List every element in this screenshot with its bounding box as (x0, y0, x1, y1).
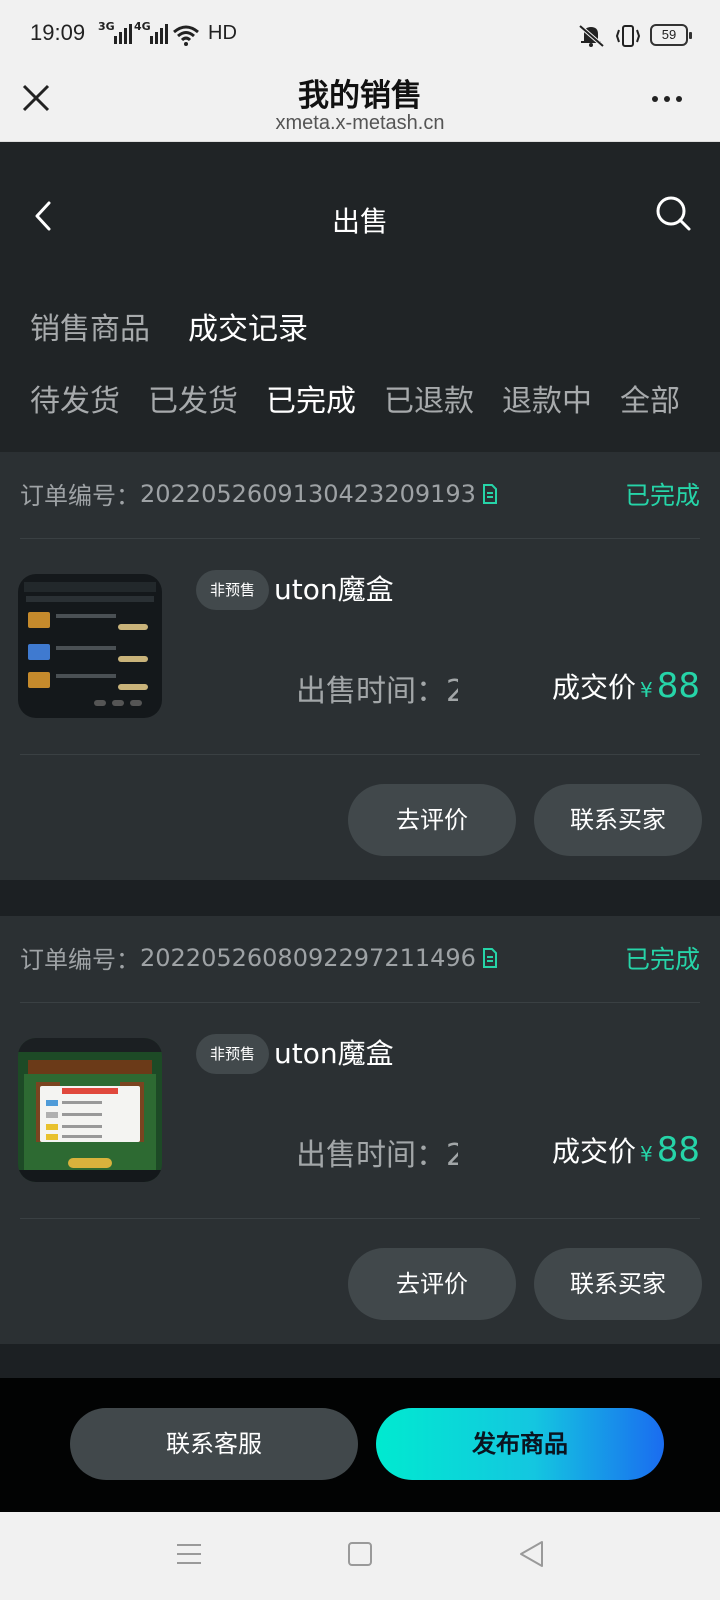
status-tabs: 待发货 已发货 已完成 已退款 退款中 全部 (30, 376, 680, 420)
copy-document-icon[interactable] (482, 947, 498, 968)
browser-title: 我的销售 (298, 78, 422, 114)
hd-indicator: HD (208, 22, 237, 44)
non-presale-badge: 非预售 (196, 1034, 270, 1074)
system-back-icon[interactable] (518, 1540, 544, 1568)
status-bar: 19:09 3G 4G HD 59 (0, 0, 720, 70)
recent-apps-icon[interactable] (176, 1542, 202, 1566)
tab-completed[interactable]: 已完成 (266, 376, 356, 420)
tab-sales-items[interactable]: 销售商品 (30, 304, 150, 348)
tab-pending-shipment[interactable]: 待发货 (30, 376, 120, 420)
home-icon[interactable] (348, 1542, 372, 1566)
product-thumbnail[interactable] (18, 1038, 162, 1182)
tab-shipped[interactable]: 已发货 (148, 376, 238, 420)
price-amount: 88 (656, 1130, 701, 1170)
deal-price: 成交价 ¥ 88 (552, 1130, 700, 1170)
currency-symbol: ¥ (640, 678, 653, 702)
order-status: 已完成 (624, 945, 700, 974)
divider (20, 538, 700, 539)
deal-price-label: 成交价 (552, 1135, 637, 1168)
order-number: 2022052608092297211496 (140, 943, 476, 972)
non-presale-badge: 非预售 (196, 570, 270, 610)
order-number-row: 订单编号： 2022052609130423209193 (20, 476, 498, 511)
publish-product-button[interactable]: 发布商品 (376, 1408, 664, 1480)
sale-time: 出售时间：2 (296, 674, 458, 709)
review-button[interactable]: 去评价 (348, 784, 516, 856)
order-number-label: 订单编号： (20, 946, 140, 974)
product-thumbnail[interactable] (18, 574, 162, 718)
order-status: 已完成 (624, 481, 700, 510)
currency-symbol: ¥ (640, 1142, 653, 1166)
order-number-label: 订单编号： (20, 482, 140, 510)
product-name: uton魔盒 (274, 1037, 394, 1070)
tab-all[interactable]: 全部 (620, 376, 680, 420)
review-button[interactable]: 去评价 (348, 1248, 516, 1320)
browser-header: 我的销售 xmeta.x-metash.cn (0, 70, 720, 142)
signal-3g-icon: 3G (98, 20, 132, 44)
system-nav-bar (0, 1512, 720, 1600)
more-options-icon[interactable] (652, 96, 682, 102)
product-name: uton魔盒 (274, 573, 394, 606)
deal-price-label: 成交价 (552, 671, 637, 704)
price-amount: 88 (656, 666, 701, 706)
tab-refunded[interactable]: 已退款 (384, 376, 474, 420)
deal-price: 成交价 ¥ 88 (552, 666, 700, 706)
page-title: 出售 (331, 205, 388, 238)
contact-buyer-button[interactable]: 联系买家 (534, 784, 702, 856)
browser-url: xmeta.x-metash.cn (275, 112, 445, 134)
mute-bell-icon (578, 24, 605, 48)
tab-transaction-records[interactable]: 成交记录 (188, 304, 308, 348)
wifi-icon (173, 25, 199, 46)
tab-refunding[interactable]: 退款中 (502, 376, 592, 420)
app-header: 出售 销售商品 成交记录 待发货 已发货 已完成 已退款 退款中 全部 (0, 142, 720, 452)
footer-bar: 联系客服 发布商品 (0, 1378, 720, 1512)
battery-indicator: 59 (650, 24, 692, 46)
sale-time: 出售时间：2 (296, 1138, 458, 1173)
divider (20, 754, 700, 755)
order-number: 2022052609130423209193 (140, 479, 476, 508)
signal-4g-icon: 4G (134, 20, 168, 44)
divider (20, 1218, 700, 1219)
order-number-row: 订单编号： 2022052608092297211496 (20, 940, 498, 975)
vibrate-icon (615, 25, 641, 47)
search-icon[interactable] (654, 194, 692, 232)
order-card: 订单编号： 2022052609130423209193 已完成 非预售 uto… (0, 452, 720, 880)
copy-document-icon[interactable] (482, 483, 498, 504)
contact-buyer-button[interactable]: 联系买家 (534, 1248, 702, 1320)
order-card: 订单编号： 2022052608092297211496 已完成 非预售 uto… (0, 916, 720, 1344)
contact-customer-service-button[interactable]: 联系客服 (70, 1408, 358, 1480)
divider (20, 1002, 700, 1003)
main-tabs: 销售商品 成交记录 (30, 304, 308, 348)
status-time: 19:09 (30, 20, 86, 45)
